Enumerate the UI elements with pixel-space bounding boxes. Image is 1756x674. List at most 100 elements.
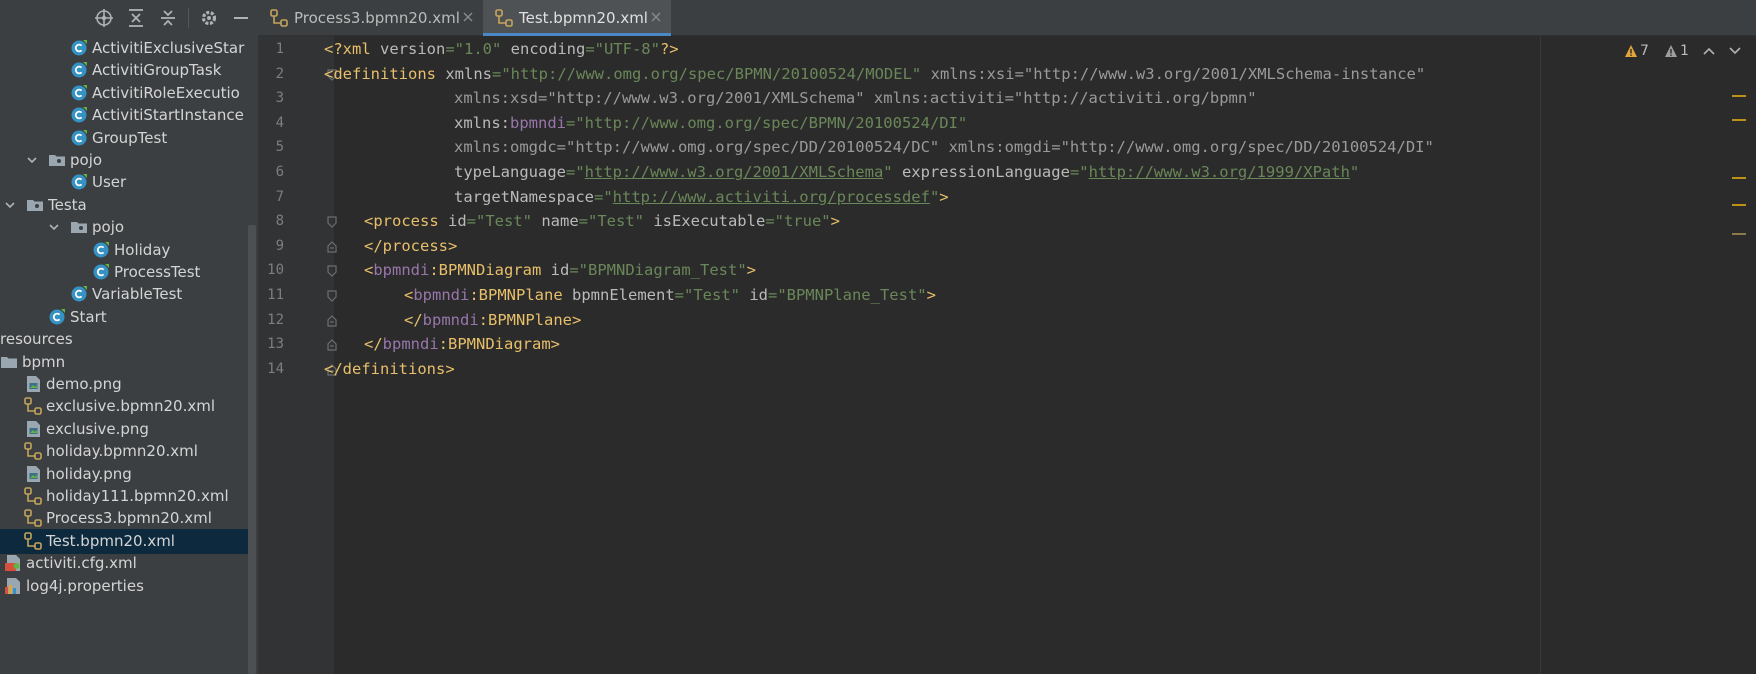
code-token: ="UTF-8"	[585, 40, 660, 58]
code-line[interactable]: </bpmndi:BPMNDiagram>	[364, 334, 560, 354]
tree-item[interactable]: Test.bpmn20.xml	[0, 528, 248, 554]
fold-close-icon[interactable]	[326, 240, 338, 253]
code-line[interactable]: <definitions xmlns="http://www.omg.org/s…	[324, 64, 1425, 84]
tree-item[interactable]: Start	[0, 305, 248, 330]
warning-marker[interactable]	[1732, 204, 1746, 206]
code-line[interactable]: targetNamespace="http://www.activiti.org…	[454, 187, 949, 207]
code-token: id	[749, 286, 768, 304]
code-token: :BPMNDiagram>	[438, 335, 560, 354]
tree-item[interactable]: activiti.cfg.xml	[0, 551, 248, 576]
chevron-down-icon[interactable]	[26, 154, 38, 166]
code-line[interactable]: </bpmndi:BPMNPlane>	[404, 310, 581, 330]
tree-item[interactable]: pojo	[0, 148, 248, 173]
warning-count: 7	[1640, 43, 1649, 59]
code-token: ="1.0"	[445, 40, 511, 58]
code-token: bpmnElement	[572, 286, 675, 304]
tree-item[interactable]: log4j.properties	[0, 574, 248, 599]
java-class-icon	[71, 286, 87, 302]
tree-item[interactable]: holiday.bpmn20.xml	[0, 439, 248, 464]
code-token: "	[883, 163, 902, 181]
tree-item[interactable]: exclusive.bpmn20.xml	[0, 394, 248, 419]
collapse-all-icon[interactable]	[126, 8, 146, 28]
tree-item-label: activiti.cfg.xml	[26, 554, 137, 573]
code-token: ?>	[659, 40, 679, 58]
error-stripe[interactable]	[1732, 36, 1748, 674]
fold-open-icon[interactable]	[326, 216, 338, 229]
fold-open-icon[interactable]	[326, 290, 338, 302]
code-line[interactable]: <process id="Test" name="Test" isExecuta…	[364, 211, 840, 231]
xml-config-icon	[5, 555, 20, 572]
package-icon	[27, 199, 43, 211]
weak-warning-icon	[1665, 45, 1677, 57]
code-token: ="BPMNPlane_Test"	[767, 286, 927, 304]
code-token: :BPMNPlane	[469, 286, 572, 304]
warning-marker[interactable]	[1732, 95, 1746, 97]
tree-item[interactable]: ActivitiExclusiveStar	[0, 36, 248, 61]
tree-item[interactable]: exclusive.png	[0, 417, 248, 442]
code-token: ="true"	[765, 212, 831, 231]
fold-close-icon[interactable]	[326, 339, 338, 351]
tree-item-label: exclusive.png	[46, 419, 149, 438]
tree-item[interactable]: User	[0, 170, 248, 195]
tree-item[interactable]: ProcessTest	[0, 260, 248, 285]
minimize-icon[interactable]	[231, 8, 251, 28]
code-token: <?xml	[324, 40, 380, 58]
code-token: bpmndi	[382, 335, 439, 354]
image-file-icon	[27, 376, 40, 392]
chevron-down-icon[interactable]	[4, 199, 16, 211]
line-number: 12	[267, 311, 284, 328]
tree-item[interactable]: VariableTest	[0, 282, 248, 307]
tree-item[interactable]: holiday.png	[0, 462, 248, 487]
line-number: 3	[275, 90, 284, 107]
chevron-down-icon[interactable]	[48, 221, 60, 233]
tree-item[interactable]: ActivitiGroupTask	[0, 58, 248, 83]
code-token: version	[380, 40, 446, 58]
warning-marker[interactable]	[1732, 177, 1746, 179]
toolbar-divider	[188, 8, 189, 28]
code-line[interactable]: xmlns:bpmndi="http://www.omg.org/spec/BP…	[454, 113, 967, 133]
tab-test-bpmn20-xml[interactable]: Test.bpmn20.xml	[483, 0, 671, 36]
tree-item[interactable]: demo.png	[0, 372, 248, 397]
tab-label: Process3.bpmn20.xml	[294, 9, 460, 27]
tree-item[interactable]: Process3.bpmn20.xml	[0, 506, 248, 531]
code-token: <process	[364, 212, 448, 231]
tree-item[interactable]: ActivitiStartInstance	[0, 103, 248, 128]
code-line[interactable]: <bpmndi:BPMNDiagram id="BPMNDiagram_Test…	[364, 260, 756, 280]
code-token: </process>	[364, 236, 458, 255]
tree-item[interactable]: Holiday	[0, 238, 248, 263]
code-token: ="Test"	[578, 212, 654, 231]
tab-process3-bpmn20-xml[interactable]: Process3.bpmn20.xml	[258, 0, 480, 36]
tree-item[interactable]: bpmn	[0, 350, 248, 375]
code-editor[interactable]: 1 2 3 4 5 6 7 8 9 10 11 12 13 14 <?xml version="1.0" …	[258, 36, 1756, 674]
tree-item-label: ActivitiStartInstance	[92, 106, 244, 125]
fold-close-icon[interactable]	[326, 314, 338, 327]
code-token: <	[364, 261, 374, 280]
code-line[interactable]: </definitions>	[324, 359, 455, 379]
target-icon[interactable]	[94, 8, 114, 28]
close-icon[interactable]	[461, 10, 475, 24]
code-line[interactable]: xmlns:xsd="http://www.w3.org/2001/XMLSch…	[454, 88, 1257, 108]
code-token: >	[926, 286, 936, 304]
weak-warning-marker[interactable]	[1732, 233, 1746, 235]
warning-marker[interactable]	[1732, 119, 1746, 121]
tree-item[interactable]: Testa	[0, 193, 248, 218]
code-token: targetNamespace	[454, 187, 594, 206]
package-icon	[71, 222, 87, 234]
code-line[interactable]: <?xml version="1.0" encoding="UTF-8"?>	[324, 39, 679, 59]
tree-item[interactable]: ActivitiRoleExecutio	[0, 81, 248, 106]
sidebar-scrollbar[interactable]	[248, 225, 256, 674]
tree-item[interactable]: GroupTest	[0, 126, 248, 151]
code-line[interactable]: xmlns:omgdc="http://www.omg.org/spec/DD/…	[454, 137, 1434, 157]
code-token: isExecutable	[653, 212, 766, 231]
gear-icon[interactable]	[199, 8, 219, 28]
fold-open-icon[interactable]	[326, 265, 338, 278]
tree-item[interactable]: resources	[0, 327, 248, 352]
close-icon[interactable]	[649, 10, 663, 24]
code-line[interactable]: </process>	[364, 236, 457, 256]
tree-item[interactable]: holiday111.bpmn20.xml	[0, 484, 248, 509]
code-line[interactable]: typeLanguage="http://www.w3.org/2001/XML…	[454, 162, 1359, 182]
chevron-up-icon[interactable]	[1702, 45, 1716, 57]
expand-all-icon[interactable]	[158, 8, 178, 28]
code-line[interactable]: <bpmndi:BPMNPlane bpmnElement="Test" id=…	[404, 285, 936, 305]
tree-item[interactable]: pojo	[0, 215, 248, 240]
